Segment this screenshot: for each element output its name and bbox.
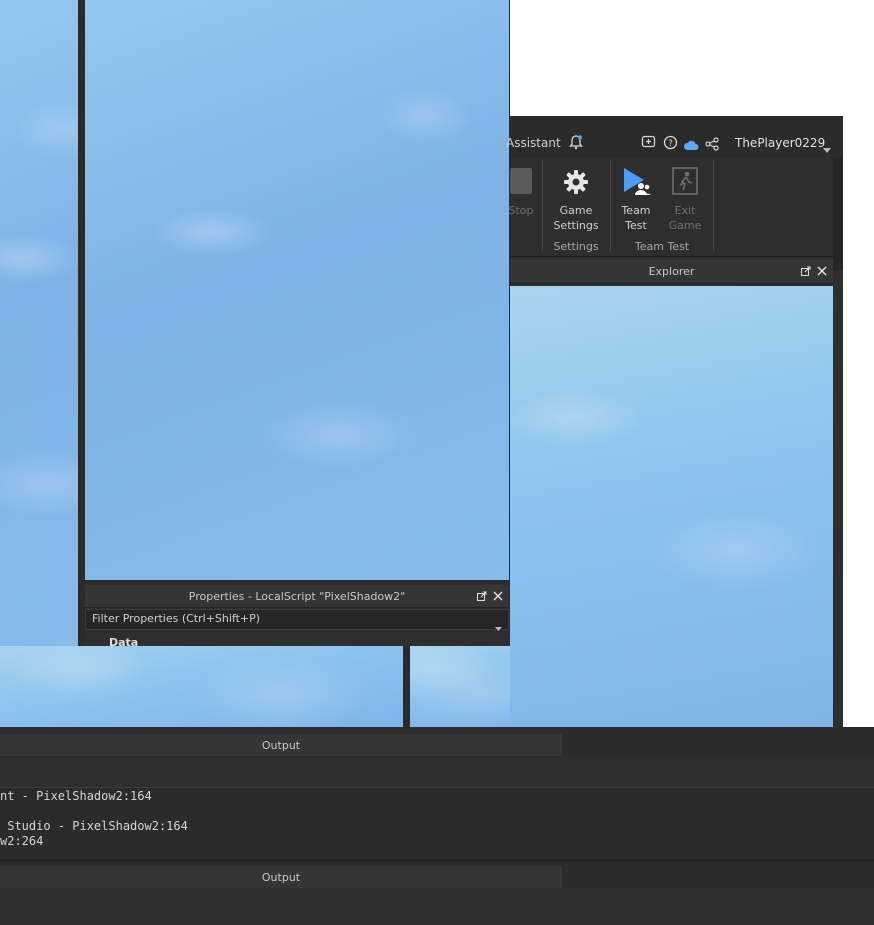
- ribbon: Stop Game Settings Settings Team Test Ex…: [508, 158, 833, 257]
- properties-titlebar: Properties - LocalScript "PixelShadow2": [85, 585, 509, 608]
- chevron-down-icon[interactable]: [823, 139, 831, 153]
- output-titlebar: Output: [0, 734, 562, 756]
- assistant-tab[interactable]: Assistant: [506, 136, 561, 150]
- properties-title: Properties - LocalScript "PixelShadow2": [188, 589, 406, 603]
- output-toolbar: [0, 889, 874, 925]
- gear-icon: [562, 168, 590, 196]
- team-test-icon: [621, 166, 651, 196]
- output-panel-2: Output: [0, 859, 874, 925]
- chevron-down-icon[interactable]: [495, 617, 502, 631]
- section-label: Data: [109, 636, 139, 646]
- team-test-label: Team Test: [621, 204, 651, 232]
- bottom-right-viewport: [410, 646, 510, 727]
- ribbon-separator: [610, 160, 611, 252]
- username-label[interactable]: ThePlayer0229: [735, 136, 825, 150]
- right-viewport: [510, 286, 833, 727]
- output-panel: Output nt - PixelShadow2:164 Studio - Pi…: [0, 727, 874, 859]
- output-log: nt - PixelShadow2:164 Studio - PixelShad…: [0, 788, 874, 859]
- team-test-button[interactable]: Team Test: [616, 166, 656, 236]
- team-test-group-label: Team Test: [634, 240, 690, 253]
- log-line: Studio - PixelShadow2:164: [0, 819, 188, 833]
- stop-label: Stop: [508, 204, 534, 217]
- output-title: Output: [261, 870, 301, 884]
- log-line: w2:264: [0, 834, 44, 848]
- center-viewport: [85, 0, 509, 580]
- notification-bell-icon[interactable]: [568, 134, 584, 150]
- log-line: nt - PixelShadow2:164: [0, 789, 152, 803]
- vertical-splitter[interactable]: [403, 646, 410, 727]
- svg-text:?: ?: [668, 139, 673, 149]
- cloud-icon[interactable]: [683, 136, 699, 150]
- exit-game-button[interactable]: Exit Game: [665, 166, 705, 236]
- share-icon[interactable]: [705, 136, 719, 151]
- help-icon[interactable]: ?: [663, 135, 678, 150]
- exit-game-label: Exit Game: [668, 204, 702, 232]
- explorer-titlebar: Explorer: [510, 259, 833, 284]
- output-titlebar: Output: [0, 866, 562, 888]
- filter-placeholder: Filter Properties (Ctrl+Shift+P): [92, 612, 261, 625]
- data-section-header[interactable]: Data: [85, 636, 509, 646]
- stop-button[interactable]: Stop: [508, 168, 538, 228]
- game-settings-label: Game Settings: [553, 204, 599, 232]
- ribbon-separator: [713, 160, 714, 252]
- game-settings-button[interactable]: Game Settings: [550, 166, 602, 236]
- stop-icon: [510, 168, 532, 194]
- explorer-title: Explorer: [648, 264, 695, 278]
- output-toolbar: [0, 757, 874, 788]
- expand-triangle-icon: [93, 639, 101, 645]
- chat-add-icon[interactable]: [641, 135, 656, 150]
- properties-panel: Properties - LocalScript "PixelShadow2" …: [85, 583, 509, 646]
- bottom-left-viewport: [0, 646, 403, 727]
- close-icon[interactable]: [817, 266, 827, 276]
- filter-properties-input[interactable]: Filter Properties (Ctrl+Shift+P): [85, 609, 509, 631]
- top-bar: Assistant ? ThePlayer0229: [506, 116, 843, 158]
- settings-group-label: Settings: [553, 240, 599, 253]
- studio-window-edge: [833, 140, 843, 270]
- undock-icon[interactable]: [801, 266, 811, 276]
- exit-game-icon: [672, 167, 698, 195]
- left-viewport: [0, 0, 78, 646]
- ribbon-separator: [542, 160, 543, 252]
- undock-icon[interactable]: [477, 591, 487, 601]
- close-icon[interactable]: [493, 591, 503, 601]
- output-title: Output: [261, 738, 301, 752]
